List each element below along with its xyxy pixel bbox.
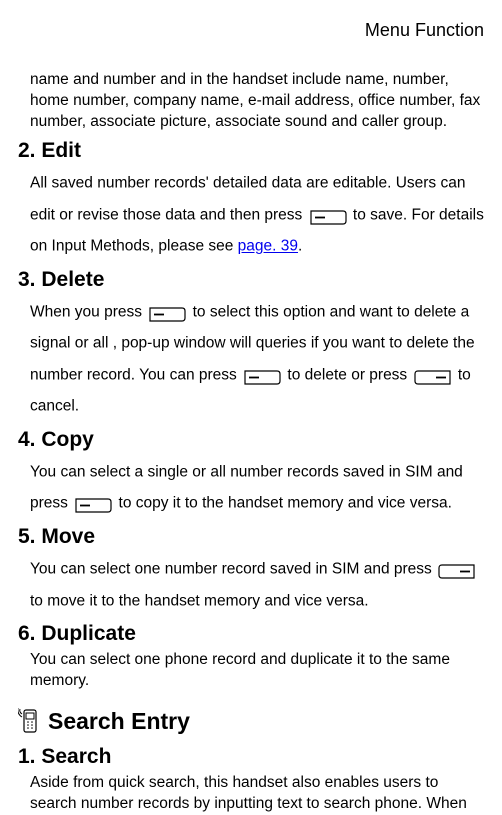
page-39-link[interactable]: page. 39 [238, 238, 298, 255]
move-text-1: You can select one number record saved i… [30, 561, 436, 578]
duplicate-paragraph: You can select one phone record and dupl… [30, 650, 484, 692]
search-entry-section: Search Entry [18, 704, 484, 739]
move-text-2: to move it to the handset memory and vic… [30, 592, 369, 609]
left-softkey-icon [148, 303, 186, 321]
move-paragraph: You can select one number record saved i… [30, 553, 484, 616]
edit-text-3: . [298, 238, 302, 255]
left-softkey-icon [309, 206, 347, 224]
page-header: Menu Function [18, 18, 484, 42]
intro-paragraph: name and number and in the handset inclu… [30, 70, 484, 133]
heading-move: 5. Move [18, 523, 484, 551]
phone-icon [18, 708, 42, 736]
right-softkey-icon [438, 560, 476, 578]
search-paragraph: Aside from quick search, this handset al… [30, 773, 484, 815]
left-softkey-icon [74, 494, 112, 512]
left-softkey-icon [243, 366, 281, 384]
heading-edit: 2. Edit [18, 137, 484, 165]
heading-duplicate: 6. Duplicate [18, 620, 484, 648]
delete-text-3: to delete or press [287, 366, 411, 383]
delete-text-1: When you press [30, 303, 146, 320]
heading-search-entry: Search Entry [48, 706, 190, 737]
copy-paragraph: You can select a single or all number re… [30, 456, 484, 519]
delete-paragraph: When you press to select this option and… [30, 296, 484, 422]
heading-search: 1. Search [18, 743, 484, 771]
heading-copy: 4. Copy [18, 426, 484, 454]
heading-delete: 3. Delete [18, 266, 484, 294]
copy-text-2: to copy it to the handset memory and vic… [119, 495, 452, 512]
edit-paragraph: All saved number records' detailed data … [30, 167, 484, 261]
right-softkey-icon [414, 366, 452, 384]
